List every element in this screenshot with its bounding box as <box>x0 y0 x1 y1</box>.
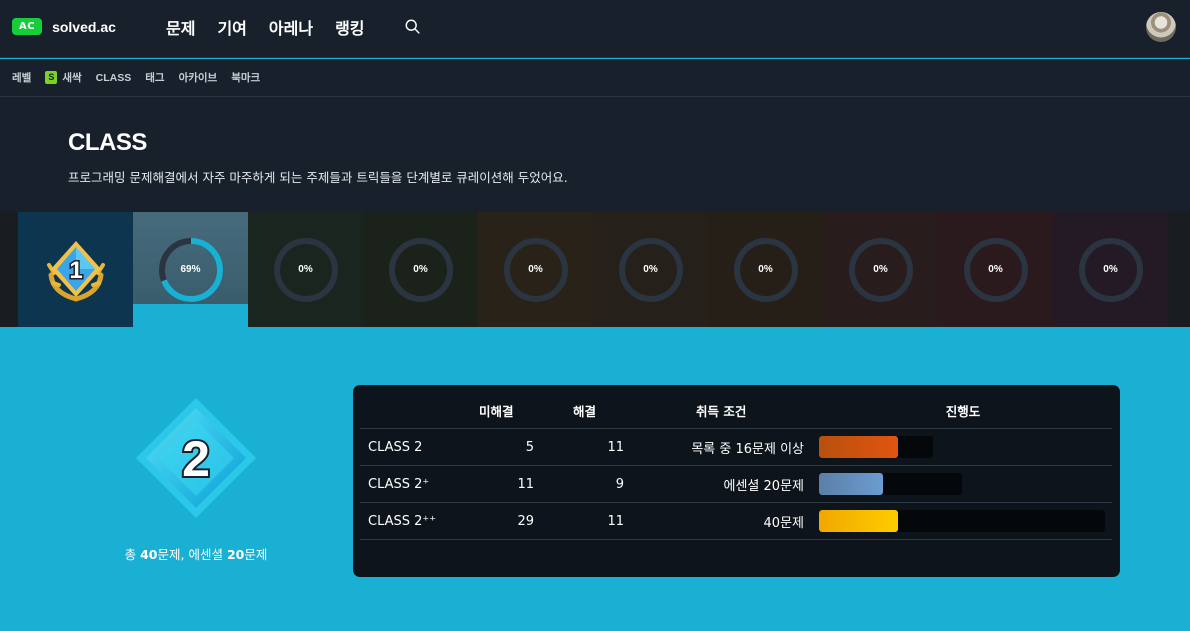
nav-problems[interactable]: 문제 <box>166 15 195 39</box>
row-solved: 11 <box>607 513 624 529</box>
site-logo[interactable]: AC solved.ac <box>12 18 116 35</box>
tier-class-6[interactable]: 0% <box>593 212 708 327</box>
class-progress-table: 미해결 해결 취득 조건 진행도 CLASS 2 5 11 목록 중 16문제 이상 C… <box>360 393 1112 540</box>
search-icon[interactable] <box>404 18 422 36</box>
sprout-badge-icon: S <box>45 71 58 84</box>
row-condition: 40문제 <box>763 515 804 531</box>
row-class-name: CLASS 2⁺⁺ <box>368 513 437 529</box>
class-1-badge-icon: 1 <box>46 240 105 302</box>
tier-class-9[interactable]: 0% <box>938 212 1053 327</box>
tier-class-1[interactable]: 1 <box>18 212 133 327</box>
nav-contribute[interactable]: 기여 <box>217 15 246 39</box>
tier-class-3[interactable]: 0% <box>248 212 363 327</box>
tier-percent: 0% <box>298 264 313 275</box>
row-progress <box>819 429 1107 465</box>
tier-class-7[interactable]: 0% <box>708 212 823 327</box>
tier-percent: 0% <box>643 264 658 275</box>
tier-class-5[interactable]: 0% <box>478 212 593 327</box>
header-unsolved: 미해결 <box>479 404 514 419</box>
emblem-number: 2 <box>182 431 210 487</box>
logo-text: solved.ac <box>52 18 116 35</box>
tier-class-8[interactable]: 0% <box>823 212 938 327</box>
nav-ranking[interactable]: 랭킹 <box>335 15 364 39</box>
nav-arena[interactable]: 아레나 <box>269 15 313 39</box>
row-class-name: CLASS 2⁺ <box>368 476 430 492</box>
class-2-emblem-icon: 2 <box>136 398 256 518</box>
logo-badge: AC <box>12 18 43 35</box>
progress-bar <box>819 473 962 495</box>
tier-percent: 0% <box>758 264 773 275</box>
class-tier-strip: 1 69% 0% 0% 0% 0% 0% 0% 0% 0% <box>0 212 1190 327</box>
row-unsolved: 5 <box>525 439 534 455</box>
top-navbar: AC solved.ac 문제 기여 아레나 랭킹 <box>0 0 1190 58</box>
row-class-name: CLASS 2 <box>368 439 423 455</box>
subnav-sprout-label: 새싹 <box>62 72 82 84</box>
page-title: CLASS <box>68 129 147 156</box>
row-solved: 9 <box>615 476 624 492</box>
tier-class-10[interactable]: 0% <box>1053 212 1168 327</box>
avatar[interactable] <box>1146 12 1176 42</box>
tier-class-4[interactable]: 0% <box>363 212 478 327</box>
summary-total: 40 <box>140 547 158 562</box>
summary-essential: 20 <box>226 547 245 562</box>
progress-bar-fill <box>819 473 884 495</box>
table-header-row: 미해결 해결 취득 조건 진행도 <box>360 393 1112 429</box>
row-solved: 11 <box>607 439 624 455</box>
header-progress: 진행도 <box>945 404 981 419</box>
subnav-level[interactable]: 레벨 <box>12 70 31 85</box>
row-unsolved: 11 <box>517 476 534 492</box>
table-row[interactable]: CLASS 2⁺ 11 9 에센셜 20문제 <box>360 466 1112 503</box>
tier-percent: 0% <box>873 264 888 275</box>
badge-number: 1 <box>69 257 82 284</box>
class-progress-panel: 미해결 해결 취득 조건 진행도 CLASS 2 5 11 목록 중 16문제 이상 C… <box>353 385 1120 577</box>
summary-suffix: 문제 <box>244 547 268 562</box>
progress-bar <box>819 436 933 458</box>
row-progress <box>819 466 1107 502</box>
summary-prefix: 총 <box>124 547 141 562</box>
main-nav: 문제 기여 아레나 랭킹 <box>166 15 387 39</box>
subnav-sprout[interactable]: S 새싹 <box>45 70 82 85</box>
subnav-archive[interactable]: 아카이브 <box>179 70 218 85</box>
sub-navbar: 레벨 S 새싹 CLASS 태그 아카이브 북마크 <box>0 59 1190 97</box>
tier-class-2[interactable]: 69% <box>133 212 248 327</box>
row-unsolved: 29 <box>517 513 534 529</box>
row-progress <box>819 503 1107 539</box>
tier-percent: 0% <box>1103 264 1118 275</box>
page-description: 프로그래밍 문제해결에서 자주 마주하게 되는 주제들과 트릭들을 단계별로 큐… <box>68 170 568 185</box>
tier-percent: 0% <box>528 264 543 275</box>
row-condition: 에센셜 20문제 <box>723 478 804 494</box>
tier-percent: 69% <box>180 264 201 275</box>
subnav-class[interactable]: CLASS <box>96 72 132 84</box>
progress-bar-fill <box>819 510 898 532</box>
subnav-tag[interactable]: 태그 <box>145 70 164 85</box>
row-condition: 목록 중 16문제 이상 <box>691 441 804 457</box>
progress-bar <box>819 510 1105 532</box>
class-summary: 총 40문제, 에센셜 20문제 <box>0 544 392 563</box>
progress-bar-fill <box>819 436 898 458</box>
table-row[interactable]: CLASS 2⁺⁺ 29 11 40문제 <box>360 503 1112 540</box>
header-solved: 해결 <box>573 404 597 419</box>
tier-percent: 0% <box>413 264 428 275</box>
tier-percent: 0% <box>988 264 1003 275</box>
table-row[interactable]: CLASS 2 5 11 목록 중 16문제 이상 <box>360 429 1112 466</box>
table-body: CLASS 2 5 11 목록 중 16문제 이상 CLASS 2⁺ 11 9 에센셜 20문… <box>360 429 1112 540</box>
page-header: CLASS 프로그래밍 문제해결에서 자주 마주하게 되는 주제들과 트릭들을 … <box>0 97 1190 212</box>
subnav-bookmark[interactable]: 북마크 <box>231 70 260 85</box>
summary-mid: 문제, 에센셜 <box>157 547 227 562</box>
